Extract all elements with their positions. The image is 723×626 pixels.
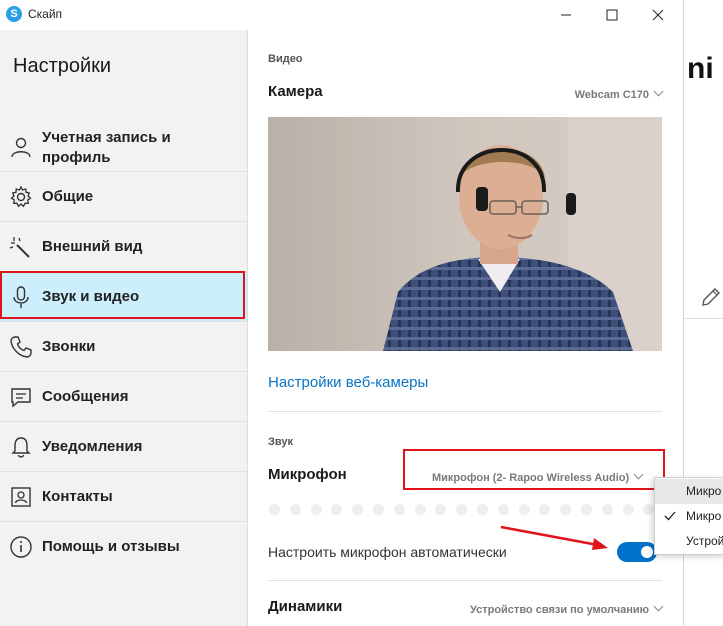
- sidebar-item-label: Внешний вид: [42, 238, 143, 255]
- toggle-knob: [641, 546, 653, 558]
- microphone-dropdown-menu: Микро Микро Устрой: [654, 477, 723, 555]
- mic-level-dot: [393, 504, 405, 515]
- camera-select[interactable]: Webcam C170: [574, 85, 664, 103]
- close-button[interactable]: [635, 0, 681, 30]
- phone-icon: [10, 336, 32, 358]
- webcam-settings-link[interactable]: Настройки веб-камеры: [268, 374, 428, 391]
- person-icon: [11, 137, 31, 158]
- magic-wand-icon: [9, 237, 30, 258]
- mic-level-dot: [622, 504, 634, 515]
- mic-level-dot: [373, 504, 384, 515]
- sidebar-item-label: Помощь и отзывы: [42, 538, 180, 555]
- camera-select-value: Webcam C170: [574, 89, 649, 101]
- mic-level-dot: [269, 504, 280, 515]
- maximize-button[interactable]: [589, 0, 635, 30]
- dropdown-option-label: Микро: [686, 484, 722, 498]
- bell-icon: [11, 437, 31, 458]
- dropdown-option-selected[interactable]: Микро: [655, 504, 723, 529]
- window-title: Скайп: [28, 7, 63, 21]
- divider: [268, 580, 662, 581]
- sidebar-item-messages[interactable]: Сообщения: [0, 372, 247, 422]
- sidebar-item-label: Сообщения: [42, 388, 129, 405]
- chevron-down-icon: [653, 601, 664, 612]
- sidebar-item-label: профиль: [42, 149, 111, 166]
- speakers-label: Динамики: [268, 598, 343, 615]
- mic-level-dot: [581, 504, 592, 515]
- contacts-icon: [11, 487, 31, 507]
- dropdown-option[interactable]: Устрой: [655, 529, 723, 554]
- sidebar-item-label: Уведомления: [42, 438, 143, 455]
- sidebar-item-notifications[interactable]: Уведомления: [0, 422, 247, 472]
- speakers-select[interactable]: Устройство связи по умолчанию: [469, 600, 664, 618]
- sidebar-item-label: Учетная запись и: [42, 129, 171, 146]
- checkmark-icon: [664, 511, 676, 521]
- mic-level-dot: [497, 504, 509, 515]
- mic-level-dot: [310, 504, 322, 515]
- info-icon: [10, 536, 32, 558]
- sidebar-item-general[interactable]: Общие: [0, 172, 247, 222]
- speakers-select-value: Устройство связи по умолчанию: [469, 604, 649, 616]
- close-icon: [652, 9, 664, 21]
- skype-logo-icon: S: [6, 6, 22, 22]
- section-sound-heading: Звук: [268, 436, 294, 448]
- maximize-icon: [606, 9, 618, 21]
- divider: [684, 318, 723, 319]
- sidebar-item-label: Звонки: [42, 338, 96, 355]
- sidebar-item-label: Общие: [42, 188, 94, 205]
- minimize-button[interactable]: [543, 0, 589, 30]
- gear-icon: [10, 185, 32, 208]
- sidebar-item-calls[interactable]: Звонки: [0, 322, 247, 372]
- highlight-box-sidebar: [0, 271, 245, 319]
- microphone-label: Микрофон: [268, 466, 347, 483]
- minimize-icon: [561, 14, 571, 16]
- dropdown-option-label: Устрой: [686, 534, 723, 548]
- divider: [268, 411, 662, 412]
- chevron-down-icon: [653, 86, 664, 97]
- auto-mic-label: Настроить микрофон автоматически: [268, 544, 507, 560]
- sidebar-item-help[interactable]: Помощь и отзывы: [0, 522, 247, 572]
- partial-heading: ni: [687, 52, 714, 85]
- mic-level-dot: [518, 504, 530, 515]
- camera-label: Камера: [268, 83, 323, 100]
- section-video-heading: Видео: [268, 53, 303, 65]
- sidebar-item-appearance[interactable]: Внешний вид: [0, 222, 247, 272]
- highlight-box-microphone: [403, 449, 665, 490]
- sidebar-title: Настройки: [13, 55, 112, 77]
- dropdown-option[interactable]: Микро: [655, 479, 723, 504]
- mic-level-dot: [601, 504, 613, 515]
- mic-level-dot: [414, 504, 426, 515]
- mic-level-dot: [289, 504, 301, 515]
- message-icon: [11, 388, 31, 408]
- sidebar-item-contacts[interactable]: Контакты: [0, 472, 247, 522]
- dropdown-option-label: Микро: [686, 509, 722, 523]
- camera-preview: [268, 117, 662, 351]
- pencil-icon[interactable]: [700, 286, 722, 308]
- red-arrow-annotation: [500, 525, 608, 550]
- mic-level-dot: [477, 504, 488, 515]
- sidebar-item-account[interactable]: Учетная запись и профиль: [0, 121, 247, 172]
- sidebar-item-label: Контакты: [42, 488, 113, 505]
- camera-preview-image: [268, 117, 662, 351]
